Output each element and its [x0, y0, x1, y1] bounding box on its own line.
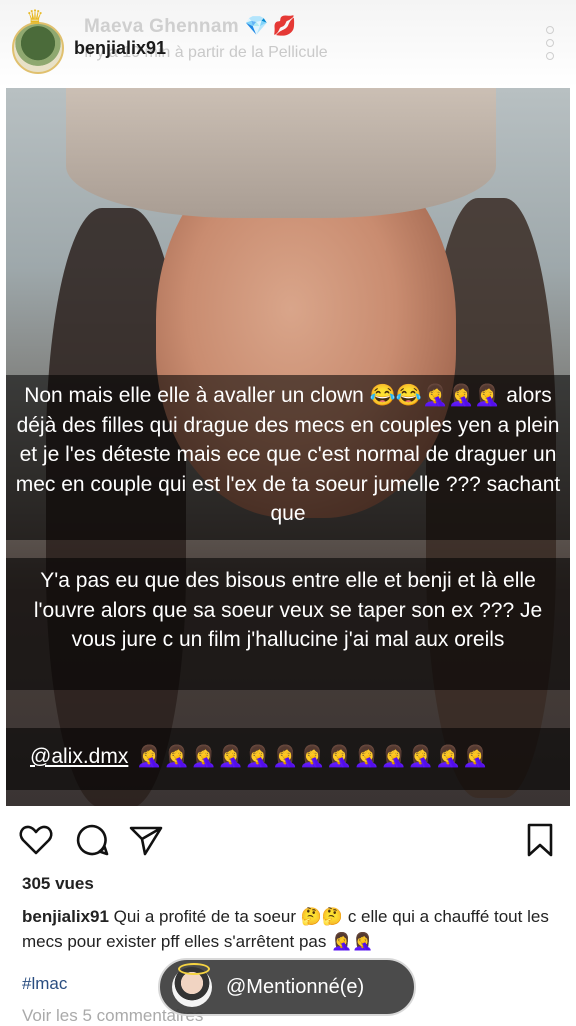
bookmark-icon[interactable]	[522, 822, 558, 858]
mentioned-label: @Mentionné(e)	[226, 976, 365, 998]
comment-icon[interactable]	[74, 822, 110, 858]
share-icon[interactable]	[128, 822, 164, 858]
dot-icon	[546, 39, 554, 47]
story-name-text: Maeva Ghennam	[84, 16, 239, 37]
lips-emoji: 💋	[272, 16, 297, 37]
crown-icon: ♛	[26, 7, 44, 29]
halo-icon	[178, 963, 210, 975]
action-bar	[0, 812, 576, 872]
diamond-emoji: 💎	[244, 16, 269, 37]
post-caption: benjialix91 Qui a profité de ta soeur 🤔🤔…	[22, 904, 558, 954]
caption-overlay-first: Non mais elle elle à avaller un clown 😂😂…	[6, 375, 570, 540]
photo-cap	[66, 88, 496, 218]
mentioned-button[interactable]: @Mentionné(e)	[158, 958, 416, 1016]
post-username[interactable]: benjialix91	[74, 38, 166, 59]
caption-username[interactable]: benjialix91	[22, 907, 109, 926]
hashtag-link[interactable]: #lmac	[22, 974, 67, 994]
heart-icon[interactable]	[18, 822, 54, 858]
profile-avatar[interactable]	[12, 22, 64, 74]
dot-icon	[546, 52, 554, 60]
story-name[interactable]: Maeva Ghennam 💎 💋	[84, 14, 297, 38]
caption-overlay-second: Y'a pas eu que des bisous entre elle et …	[6, 558, 570, 690]
dot-icon	[546, 26, 554, 34]
view-count[interactable]: 305 vues	[22, 874, 94, 894]
more-options-icon[interactable]	[546, 26, 554, 60]
mention-overlay: @alix.dmx 🤦‍♀️🤦‍♀️🤦‍♀️🤦‍♀️🤦‍♀️🤦‍♀️🤦‍♀️🤦‍♀…	[6, 728, 570, 790]
facepalm-emojis: 🤦‍♀️🤦‍♀️🤦‍♀️🤦‍♀️🤦‍♀️🤦‍♀️🤦‍♀️🤦‍♀️🤦‍♀️🤦‍♀️…	[136, 745, 490, 768]
story-header: ♛ Maeva Ghennam 💎 💋 Il y a 10 min à partir…	[0, 0, 576, 88]
mention-link[interactable]: @alix.dmx	[30, 745, 128, 768]
